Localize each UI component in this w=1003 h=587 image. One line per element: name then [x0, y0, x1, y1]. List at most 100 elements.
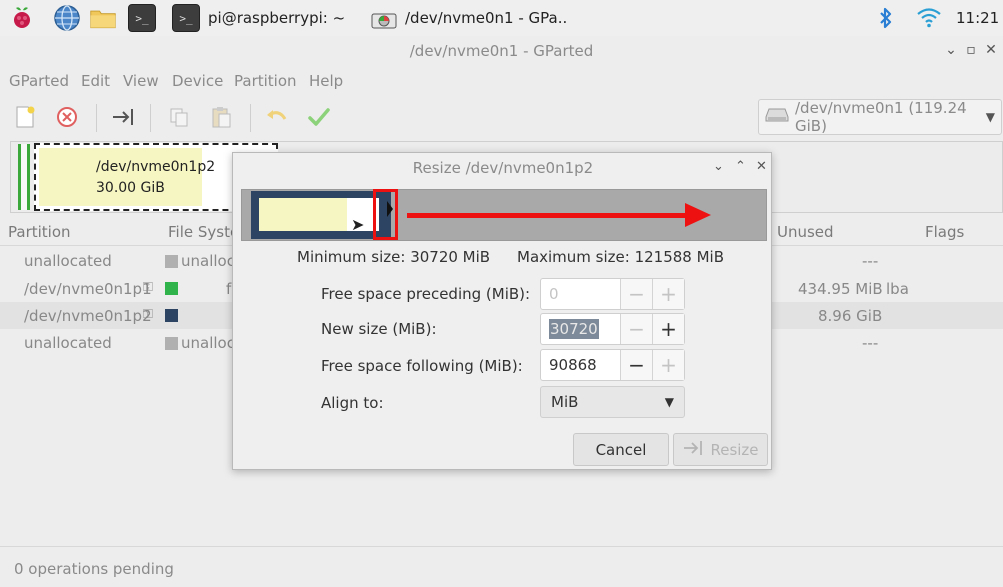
mouse-cursor-icon: ➤: [351, 215, 365, 234]
dialog-minimize-button[interactable]: ⌄: [713, 159, 724, 174]
free-preceding-label: Free space preceding (MiB):: [321, 285, 531, 303]
menu-view[interactable]: View: [123, 72, 159, 90]
wifi-icon[interactable]: [916, 6, 942, 32]
new-size-input-wrap[interactable]: 30720: [541, 314, 620, 344]
row-unused: ---: [862, 334, 879, 352]
disk-partition-name: /dev/nvme0n1p2: [96, 159, 216, 175]
key-icon: ⚿: [143, 307, 153, 322]
undo-icon[interactable]: [264, 104, 290, 130]
resize-move-icon[interactable]: [110, 104, 136, 130]
row-unused: 434.95 MiB: [798, 280, 883, 298]
new-size-label: New size (MiB):: [321, 320, 437, 338]
align-to-value: MiB: [551, 393, 579, 411]
filesystem-swatch: [165, 337, 178, 350]
filesystem-swatch: [165, 255, 178, 268]
terminal-window-task-icon[interactable]: >_: [172, 4, 200, 32]
annotation-arrow-head-icon: [685, 203, 711, 227]
bluetooth-icon[interactable]: [878, 6, 894, 34]
resize-button-label: Resize: [710, 440, 759, 459]
harddisk-icon: [765, 107, 789, 127]
clock[interactable]: 11:21: [956, 9, 999, 27]
paste-icon[interactable]: [208, 104, 234, 130]
chevron-down-icon: ▼: [664, 395, 674, 409]
menu-device[interactable]: Device: [172, 72, 223, 90]
free-following-label: Free space following (MiB):: [321, 357, 523, 375]
file-manager-icon[interactable]: [89, 4, 117, 32]
cancel-button[interactable]: Cancel: [573, 433, 669, 466]
menu-gparted[interactable]: GParted: [9, 72, 69, 90]
maximum-size-label: Maximum size: 121588 MiB: [517, 248, 725, 266]
new-partition-icon[interactable]: [12, 104, 38, 130]
dialog-close-button[interactable]: ✕: [756, 159, 767, 174]
resize-handle-arrow-icon[interactable]: [387, 201, 393, 217]
raspberry-pi-logo-icon[interactable]: [8, 4, 36, 32]
window-minimize-button[interactable]: ⌄: [943, 42, 959, 58]
device-selector[interactable]: /dev/nvme0n1 (119.24 GiB) ▼: [758, 99, 1002, 135]
toolbar-separator: [96, 104, 97, 132]
terminal-task-label[interactable]: pi@raspberrypi: ~: [208, 9, 345, 27]
column-header-unused[interactable]: Unused: [777, 223, 834, 241]
resize-button[interactable]: Resize: [673, 433, 768, 466]
row-partition: unallocated: [24, 252, 112, 270]
resize-move-icon: [682, 439, 704, 461]
free-following-decrement-button[interactable]: −: [620, 350, 652, 380]
row-unused: 8.96 GiB: [818, 307, 883, 325]
new-size-increment-button[interactable]: +: [652, 314, 684, 344]
free-preceding-input[interactable]: 0: [541, 279, 620, 309]
operations-pending-status: 0 operations pending: [14, 560, 174, 578]
filesystem-swatch: [165, 309, 178, 322]
free-following-input[interactable]: 90868: [541, 350, 620, 380]
delete-partition-icon[interactable]: [54, 104, 80, 130]
row-partition: unallocated: [24, 334, 112, 352]
new-size-input[interactable]: 30720: [549, 319, 599, 339]
row-unused: ---: [862, 252, 879, 270]
menu-edit[interactable]: Edit: [81, 72, 110, 90]
device-selector-label: /dev/nvme0n1 (119.24 GiB): [795, 99, 967, 135]
copy-icon[interactable]: [166, 104, 192, 130]
window-close-button[interactable]: ✕: [983, 42, 999, 58]
terminal-icon[interactable]: >_: [128, 4, 156, 32]
cancel-button-label: Cancel: [595, 440, 647, 459]
window-title: /dev/nvme0n1 - GParted: [409, 42, 594, 60]
gparted-icon[interactable]: [370, 6, 398, 34]
key-icon: ⚿: [143, 280, 153, 295]
dialog-title: Resize /dev/nvme0n1p2: [412, 159, 594, 177]
row-filesystem: unalloc: [181, 252, 235, 270]
column-header-filesystem[interactable]: File Syste: [168, 223, 239, 241]
gparted-task-label[interactable]: /dev/nvme0n1 - GPa..: [405, 9, 567, 27]
menu-partition[interactable]: Partition: [234, 72, 297, 90]
disk-partition-p1-block[interactable]: [18, 144, 30, 210]
resize-dialog: Resize /dev/nvme0n1p2 ⌄ ⌃ ✕ ➤ Minimum si…: [232, 152, 772, 470]
free-preceding-spinner[interactable]: 0 − +: [540, 278, 685, 310]
free-following-spinner[interactable]: 90868 − +: [540, 349, 685, 381]
new-size-decrement-button[interactable]: −: [620, 314, 652, 344]
free-preceding-decrement-button[interactable]: −: [620, 279, 652, 309]
disk-partition-p2-used-fill: [39, 148, 202, 206]
new-size-spinner[interactable]: 30720 − +: [540, 313, 685, 345]
filesystem-swatch: [165, 282, 178, 295]
window-maximize-button[interactable]: ▫: [963, 42, 979, 58]
column-header-partition[interactable]: Partition: [8, 223, 71, 241]
row-filesystem: unalloc: [181, 334, 235, 352]
web-browser-icon[interactable]: [53, 4, 81, 32]
resize-handle-highlight[interactable]: [373, 189, 398, 240]
disk-partition-size: 30.00 GiB: [96, 180, 165, 196]
row-partition: /dev/nvme0n1p1: [24, 280, 152, 298]
toolbar-separator: [250, 104, 251, 132]
annotation-arrow-line: [407, 213, 689, 218]
menu-help[interactable]: Help: [309, 72, 343, 90]
free-following-increment-button[interactable]: +: [652, 350, 684, 380]
dialog-maximize-button[interactable]: ⌃: [735, 159, 746, 174]
row-filesystem: f: [226, 280, 232, 298]
free-preceding-increment-button[interactable]: +: [652, 279, 684, 309]
align-to-select[interactable]: MiB ▼: [540, 386, 685, 418]
apply-icon[interactable]: [306, 104, 332, 130]
column-header-flags[interactable]: Flags: [925, 223, 964, 241]
row-partition: /dev/nvme0n1p2: [24, 307, 152, 325]
resize-partition-used: [259, 198, 347, 231]
toolbar-separator: [150, 104, 151, 132]
row-flags: lba: [886, 280, 909, 298]
align-to-label: Align to:: [321, 394, 384, 412]
chevron-down-icon: ▼: [985, 110, 995, 124]
minimum-size-label: Minimum size: 30720 MiB: [297, 248, 491, 266]
